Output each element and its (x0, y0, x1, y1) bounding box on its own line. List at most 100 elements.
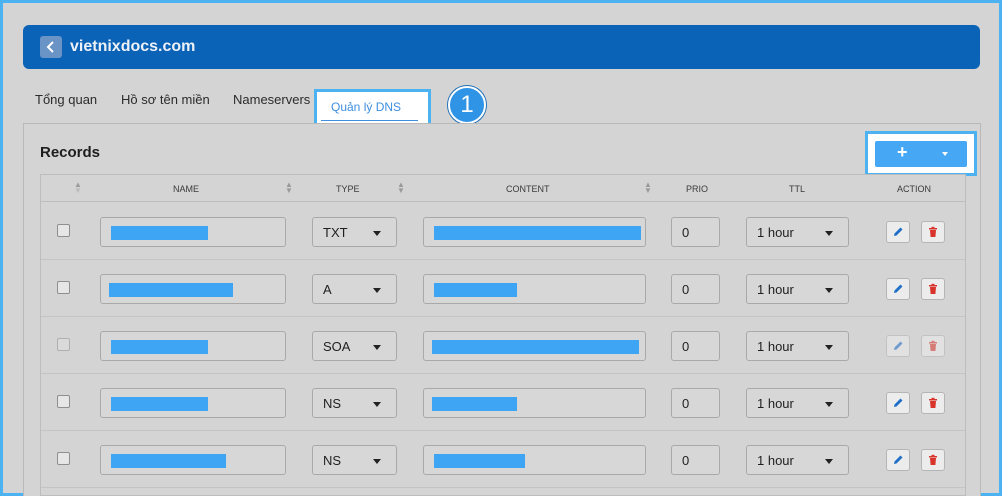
record-content-input[interactable] (423, 388, 646, 418)
record-type-value: SOA (323, 339, 351, 354)
record-prio-input[interactable]: 0 (671, 274, 720, 304)
add-record-highlight: + (865, 131, 977, 176)
record-ttl-select[interactable]: 1 hour (746, 445, 849, 475)
table-header: ▲ ▼ NAME ▲ ▼ TYPE ▲ ▼ CONTENT ▲ ▼ PRIO TTL A… (41, 175, 965, 202)
record-type-select[interactable]: A (312, 274, 397, 304)
records-title: Records (40, 144, 101, 161)
redacted-name (109, 283, 233, 297)
add-record-label: + (897, 142, 908, 162)
caret-down-icon (373, 459, 381, 464)
redacted-content (432, 340, 639, 354)
edit-record-button[interactable] (886, 278, 910, 300)
record-prio-input[interactable]: 0 (671, 388, 720, 418)
redacted-name (111, 454, 226, 468)
redacted-name (111, 340, 208, 354)
record-prio-input[interactable]: 0 (671, 445, 720, 475)
column-action: ACTION (897, 184, 932, 194)
redacted-content (432, 397, 517, 411)
caret-down-icon (825, 459, 833, 464)
tab-nameservers[interactable]: Nameservers (233, 92, 310, 107)
edit-record-button[interactable] (886, 392, 910, 414)
record-name-input[interactable] (100, 388, 286, 418)
record-ttl-select[interactable]: 1 hour (746, 388, 849, 418)
record-content-input[interactable] (423, 217, 646, 247)
caret-down-icon (373, 288, 381, 293)
record-type-value: NS (323, 453, 342, 468)
table-row: NS 0 1 hour (41, 431, 965, 488)
redacted-content (434, 226, 641, 240)
record-ttl-select[interactable]: 1 hour (746, 217, 849, 247)
record-prio-input: 0 (671, 331, 720, 361)
delete-record-button[interactable] (921, 392, 945, 414)
record-name-input[interactable] (100, 217, 286, 247)
record-ttl-value: 1 hour (757, 282, 794, 297)
sort-icon[interactable]: ▲ ▼ (644, 181, 652, 195)
record-type-select[interactable]: TXT (312, 217, 397, 247)
row-checkbox[interactable] (57, 224, 70, 237)
records-table: ▲ ▼ NAME ▲ ▼ TYPE ▲ ▼ CONTENT ▲ ▼ PRIO TTL A… (40, 174, 966, 496)
caret-down-icon (825, 402, 833, 407)
record-content-input (423, 331, 646, 361)
record-ttl-value: 1 hour (757, 453, 794, 468)
redacted-content (434, 283, 517, 297)
record-prio-value: 0 (682, 396, 690, 411)
trash-icon (929, 397, 937, 408)
record-content-input[interactable] (423, 445, 646, 475)
row-checkbox[interactable] (57, 452, 70, 465)
record-prio-value: 0 (682, 225, 690, 240)
table-row: TXT 0 1 hour (41, 203, 965, 260)
trash-icon (929, 340, 937, 351)
tab-domain-profile[interactable]: Hồ sơ tên miền (121, 92, 210, 107)
record-type-select: SOA (312, 331, 397, 361)
record-type-select[interactable]: NS (312, 388, 397, 418)
sort-icon[interactable]: ▲ ▼ (285, 181, 293, 195)
table-row: A 0 1 hour (41, 260, 965, 317)
record-type-value: A (323, 282, 332, 297)
record-name-input (100, 331, 286, 361)
record-name-input[interactable] (100, 445, 286, 475)
record-ttl-select[interactable]: 1 hour (746, 274, 849, 304)
column-prio: PRIO (686, 184, 709, 194)
column-ttl: TTL (789, 184, 806, 194)
sort-icon[interactable]: ▲ ▼ (397, 181, 405, 195)
pencil-icon (894, 284, 903, 293)
record-ttl-value: 1 hour (757, 396, 794, 411)
column-type: TYPE (336, 184, 360, 194)
column-content: CONTENT (506, 184, 550, 194)
record-prio-value: 0 (682, 282, 690, 297)
trash-icon (929, 283, 937, 294)
add-record-button[interactable]: + (875, 141, 967, 167)
table-row: SOA 0 1 hour (41, 317, 965, 374)
back-button[interactable] (40, 36, 62, 58)
row-checkbox[interactable] (57, 281, 70, 294)
pencil-icon (894, 227, 903, 236)
caret-down-icon (825, 345, 833, 350)
pencil-icon (894, 341, 903, 350)
caret-down-icon (373, 231, 381, 236)
delete-record-button[interactable] (921, 221, 945, 243)
tab-overview[interactable]: Tổng quan (35, 92, 97, 107)
record-type-value: TXT (323, 225, 348, 240)
tab-dns-management[interactable]: Quản lý DNS (314, 89, 431, 127)
record-name-input[interactable] (100, 274, 286, 304)
delete-record-button[interactable] (921, 449, 945, 471)
row-checkbox[interactable] (57, 395, 70, 408)
record-ttl-select: 1 hour (746, 331, 849, 361)
trash-icon (929, 454, 937, 465)
redacted-name (111, 397, 208, 411)
record-prio-value: 0 (682, 339, 690, 354)
pencil-icon (894, 398, 903, 407)
chevron-left-icon (46, 41, 54, 53)
edit-record-button[interactable] (886, 221, 910, 243)
callout-1: 1 (448, 86, 486, 124)
delete-record-button[interactable] (921, 278, 945, 300)
column-name: NAME (173, 184, 200, 194)
record-content-input[interactable] (423, 274, 646, 304)
record-type-select[interactable]: NS (312, 445, 397, 475)
domain-title: vietnixdocs.com (70, 38, 196, 55)
record-ttl-value: 1 hour (757, 339, 794, 354)
edit-record-button[interactable] (886, 449, 910, 471)
sort-icon[interactable]: ▲ ▼ (74, 181, 82, 195)
record-prio-input[interactable]: 0 (671, 217, 720, 247)
caret-down-icon (825, 288, 833, 293)
